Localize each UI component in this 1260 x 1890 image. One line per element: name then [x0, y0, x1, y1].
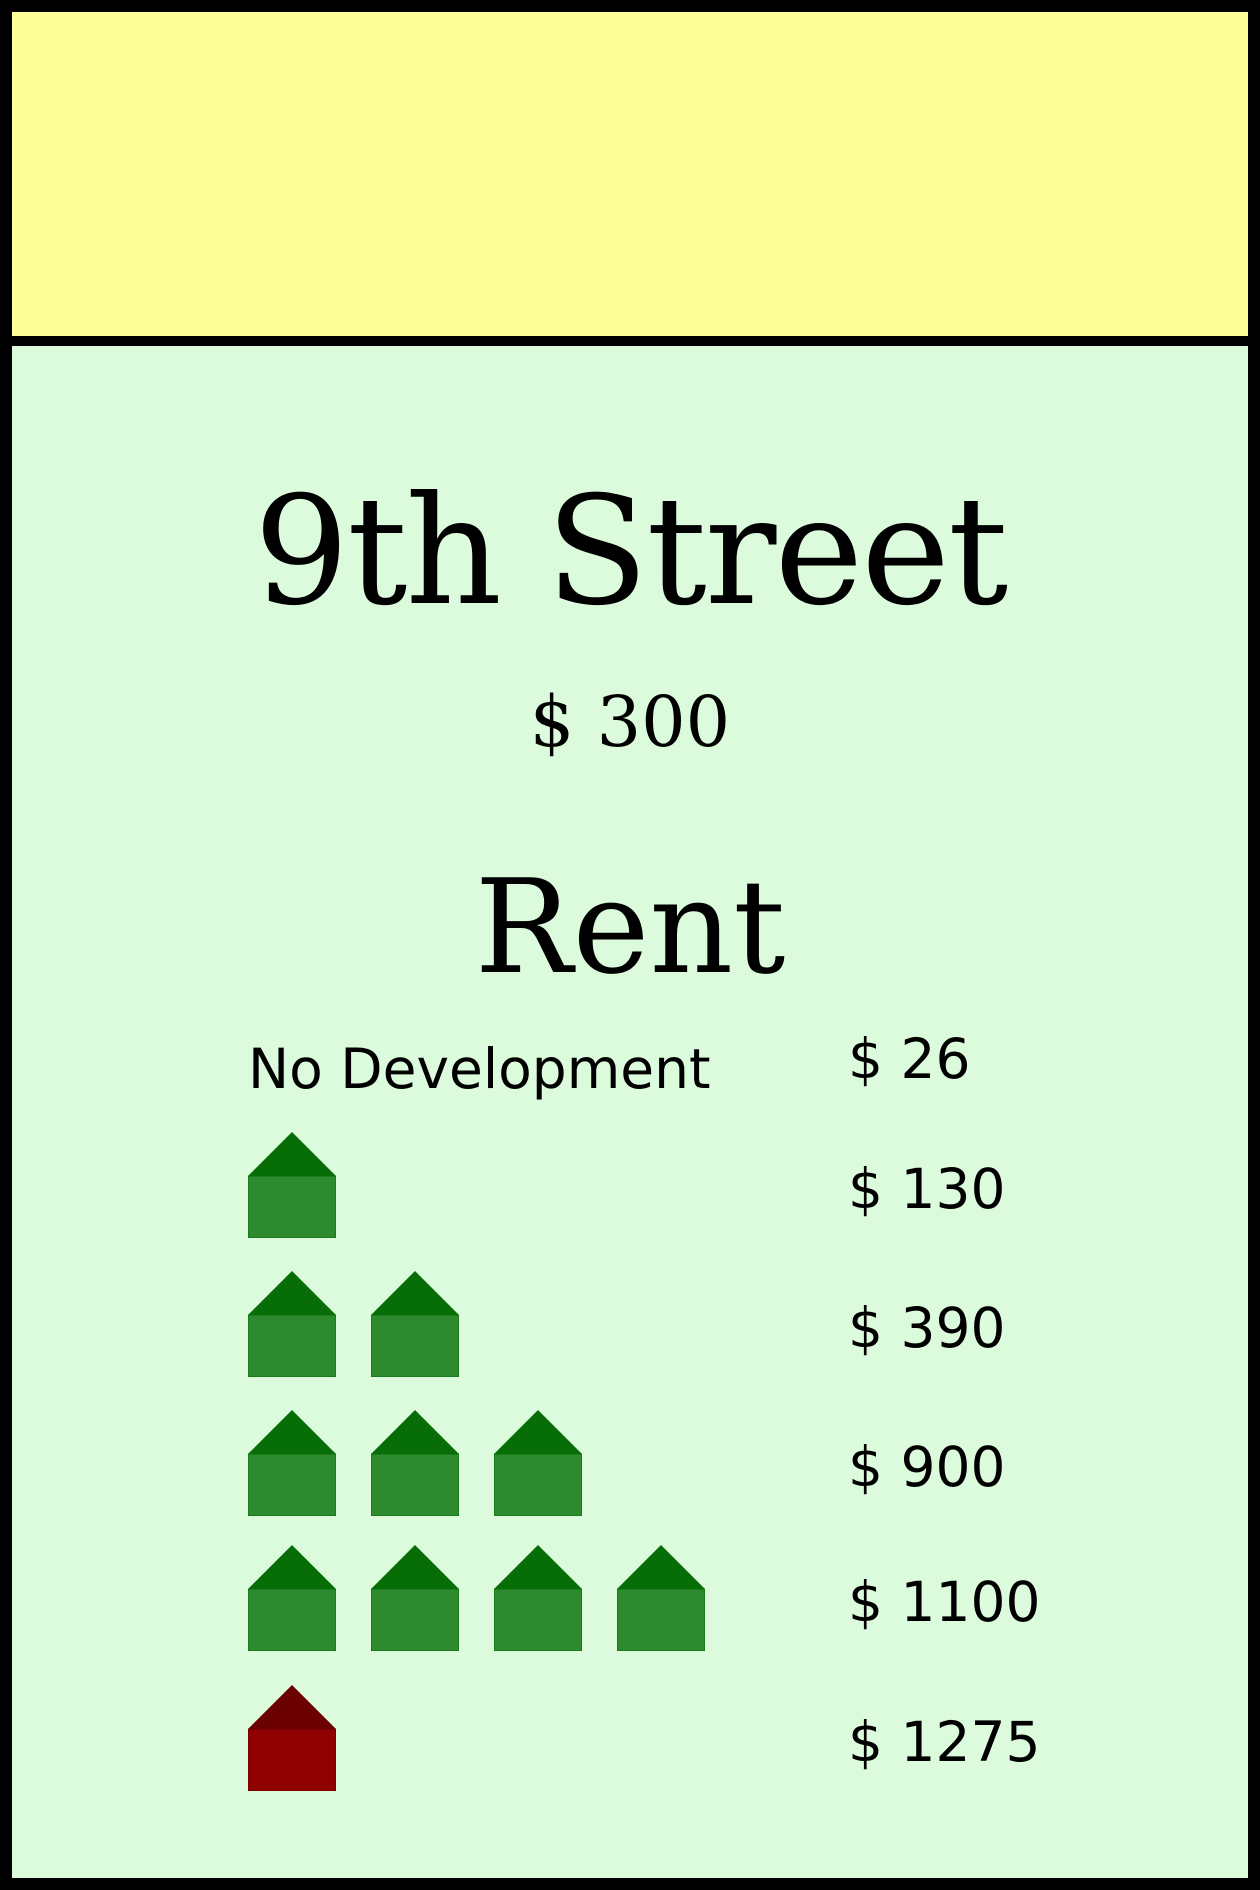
property-card: 9th Street $ 300 Rent No Development $ 2…	[0, 0, 1260, 1890]
rent-value: $ 900	[848, 1435, 1006, 1499]
hotel-icon	[248, 1685, 336, 1791]
rent-row-no-development: No Development $ 26	[248, 1024, 1148, 1134]
rent-label: No Development	[248, 1037, 711, 1101]
rent-row-1-house: $ 130	[248, 1132, 1148, 1242]
house-icon	[371, 1545, 459, 1651]
rent-row-hotel: $ 1275	[248, 1685, 1148, 1795]
house-icon	[248, 1132, 336, 1238]
house-icon	[248, 1545, 336, 1651]
rent-row-4-houses: $ 1100	[248, 1545, 1148, 1655]
rent-value: $ 390	[848, 1296, 1006, 1360]
rent-value: $ 130	[848, 1157, 1006, 1221]
rent-value: $ 26	[848, 1027, 971, 1091]
color-band	[12, 12, 1248, 346]
house-icon	[371, 1271, 459, 1377]
house-icon	[248, 1410, 336, 1516]
rent-value: $ 1275	[848, 1710, 1041, 1774]
property-price: $ 300	[529, 681, 731, 763]
rent-heading: Rent	[474, 851, 786, 1003]
rent-value: $ 1100	[848, 1570, 1041, 1634]
house-icon	[494, 1410, 582, 1516]
rent-row-2-houses: $ 390	[248, 1271, 1148, 1381]
house-icon	[494, 1545, 582, 1651]
property-title: 9th Street	[253, 465, 1009, 639]
rent-row-3-houses: $ 900	[248, 1410, 1148, 1520]
house-icon	[617, 1545, 705, 1651]
house-icon	[248, 1271, 336, 1377]
house-icon	[371, 1410, 459, 1516]
